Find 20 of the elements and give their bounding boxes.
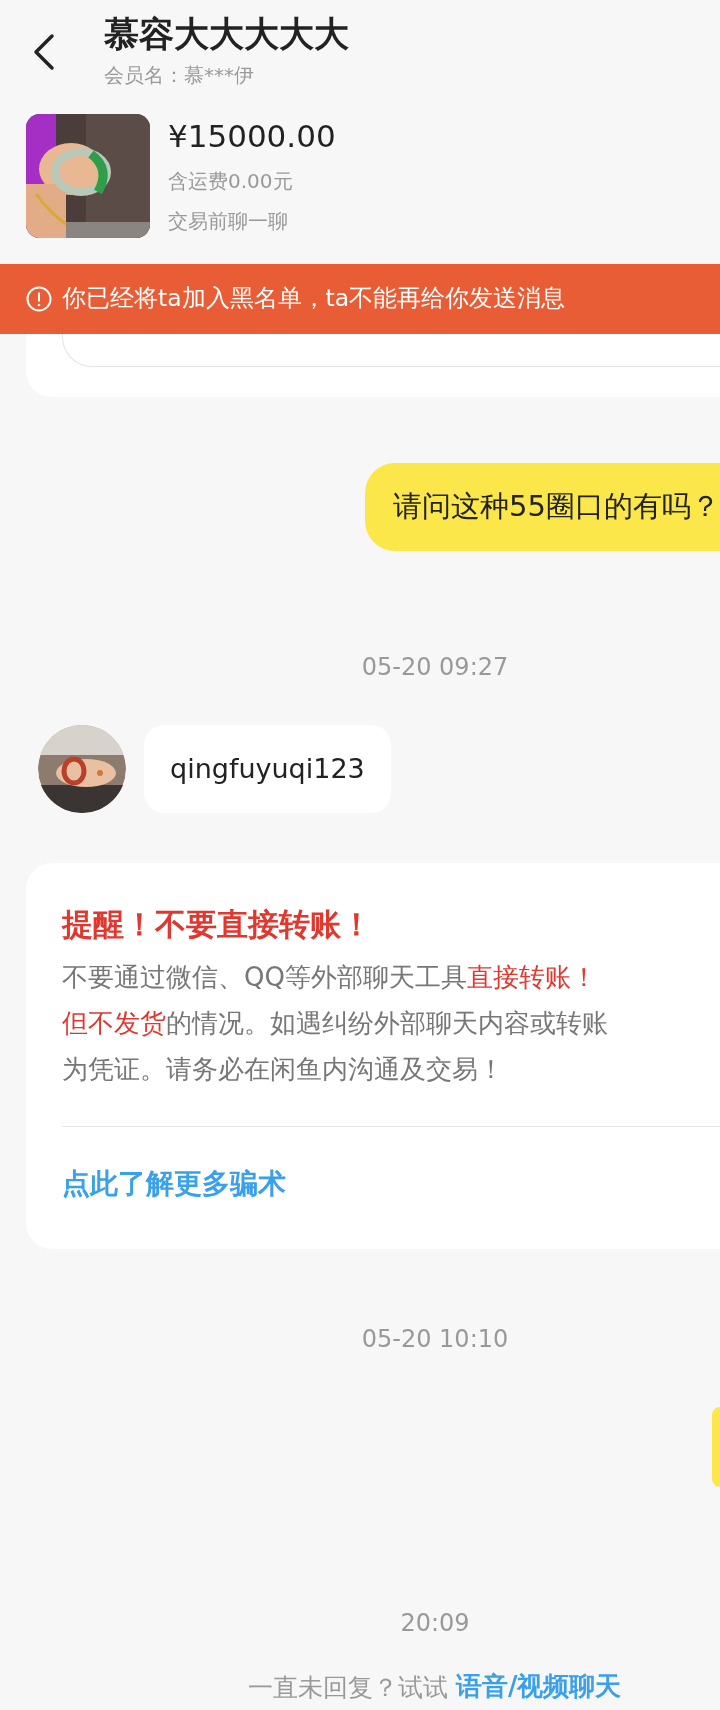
no-reply-prompt: 一直未回复？试试 [248, 1671, 448, 1704]
message-bubble: 请问这种55圈口的有吗？ [365, 463, 720, 551]
timestamp: 05-20 09:27 [361, 652, 509, 683]
scam-info-link[interactable]: 点此了解更多骗术 [62, 1162, 720, 1205]
member-name: 会员名：慕***伊 [104, 62, 255, 89]
shipping-fee: 含运费0.00元 [168, 168, 294, 195]
blacklist-banner: 你已经将ta加入黑名单，ta不能再给你发送消息 [0, 264, 720, 334]
warning-text: 但不发货的情况。如遇纠纷外部聊天内容或转账 [62, 1006, 609, 1040]
timestamp: 05-20 10:10 [361, 1323, 509, 1355]
warning-text: 不要通过微信、QQ等外部聊天工具直接转账！ [62, 960, 598, 994]
chat-note: 交易前聊一聊 [168, 208, 289, 235]
price: ¥15000.00 [168, 117, 336, 156]
message-bubble: qingfuyuqi123 [144, 725, 391, 813]
warning-text: 为凭证。请务必在闲鱼内沟通及交易！ [62, 1052, 505, 1086]
alert-icon [26, 286, 52, 312]
warning-title: 提醒！不要直接转账！ [62, 905, 373, 944]
timestamp: 20:09 [400, 1607, 470, 1639]
chat-title: 慕容大大大大大 [104, 13, 349, 56]
voice-video-chat-link[interactable]: 语音/视频聊天 [456, 1667, 622, 1706]
back-icon[interactable] [32, 32, 56, 72]
